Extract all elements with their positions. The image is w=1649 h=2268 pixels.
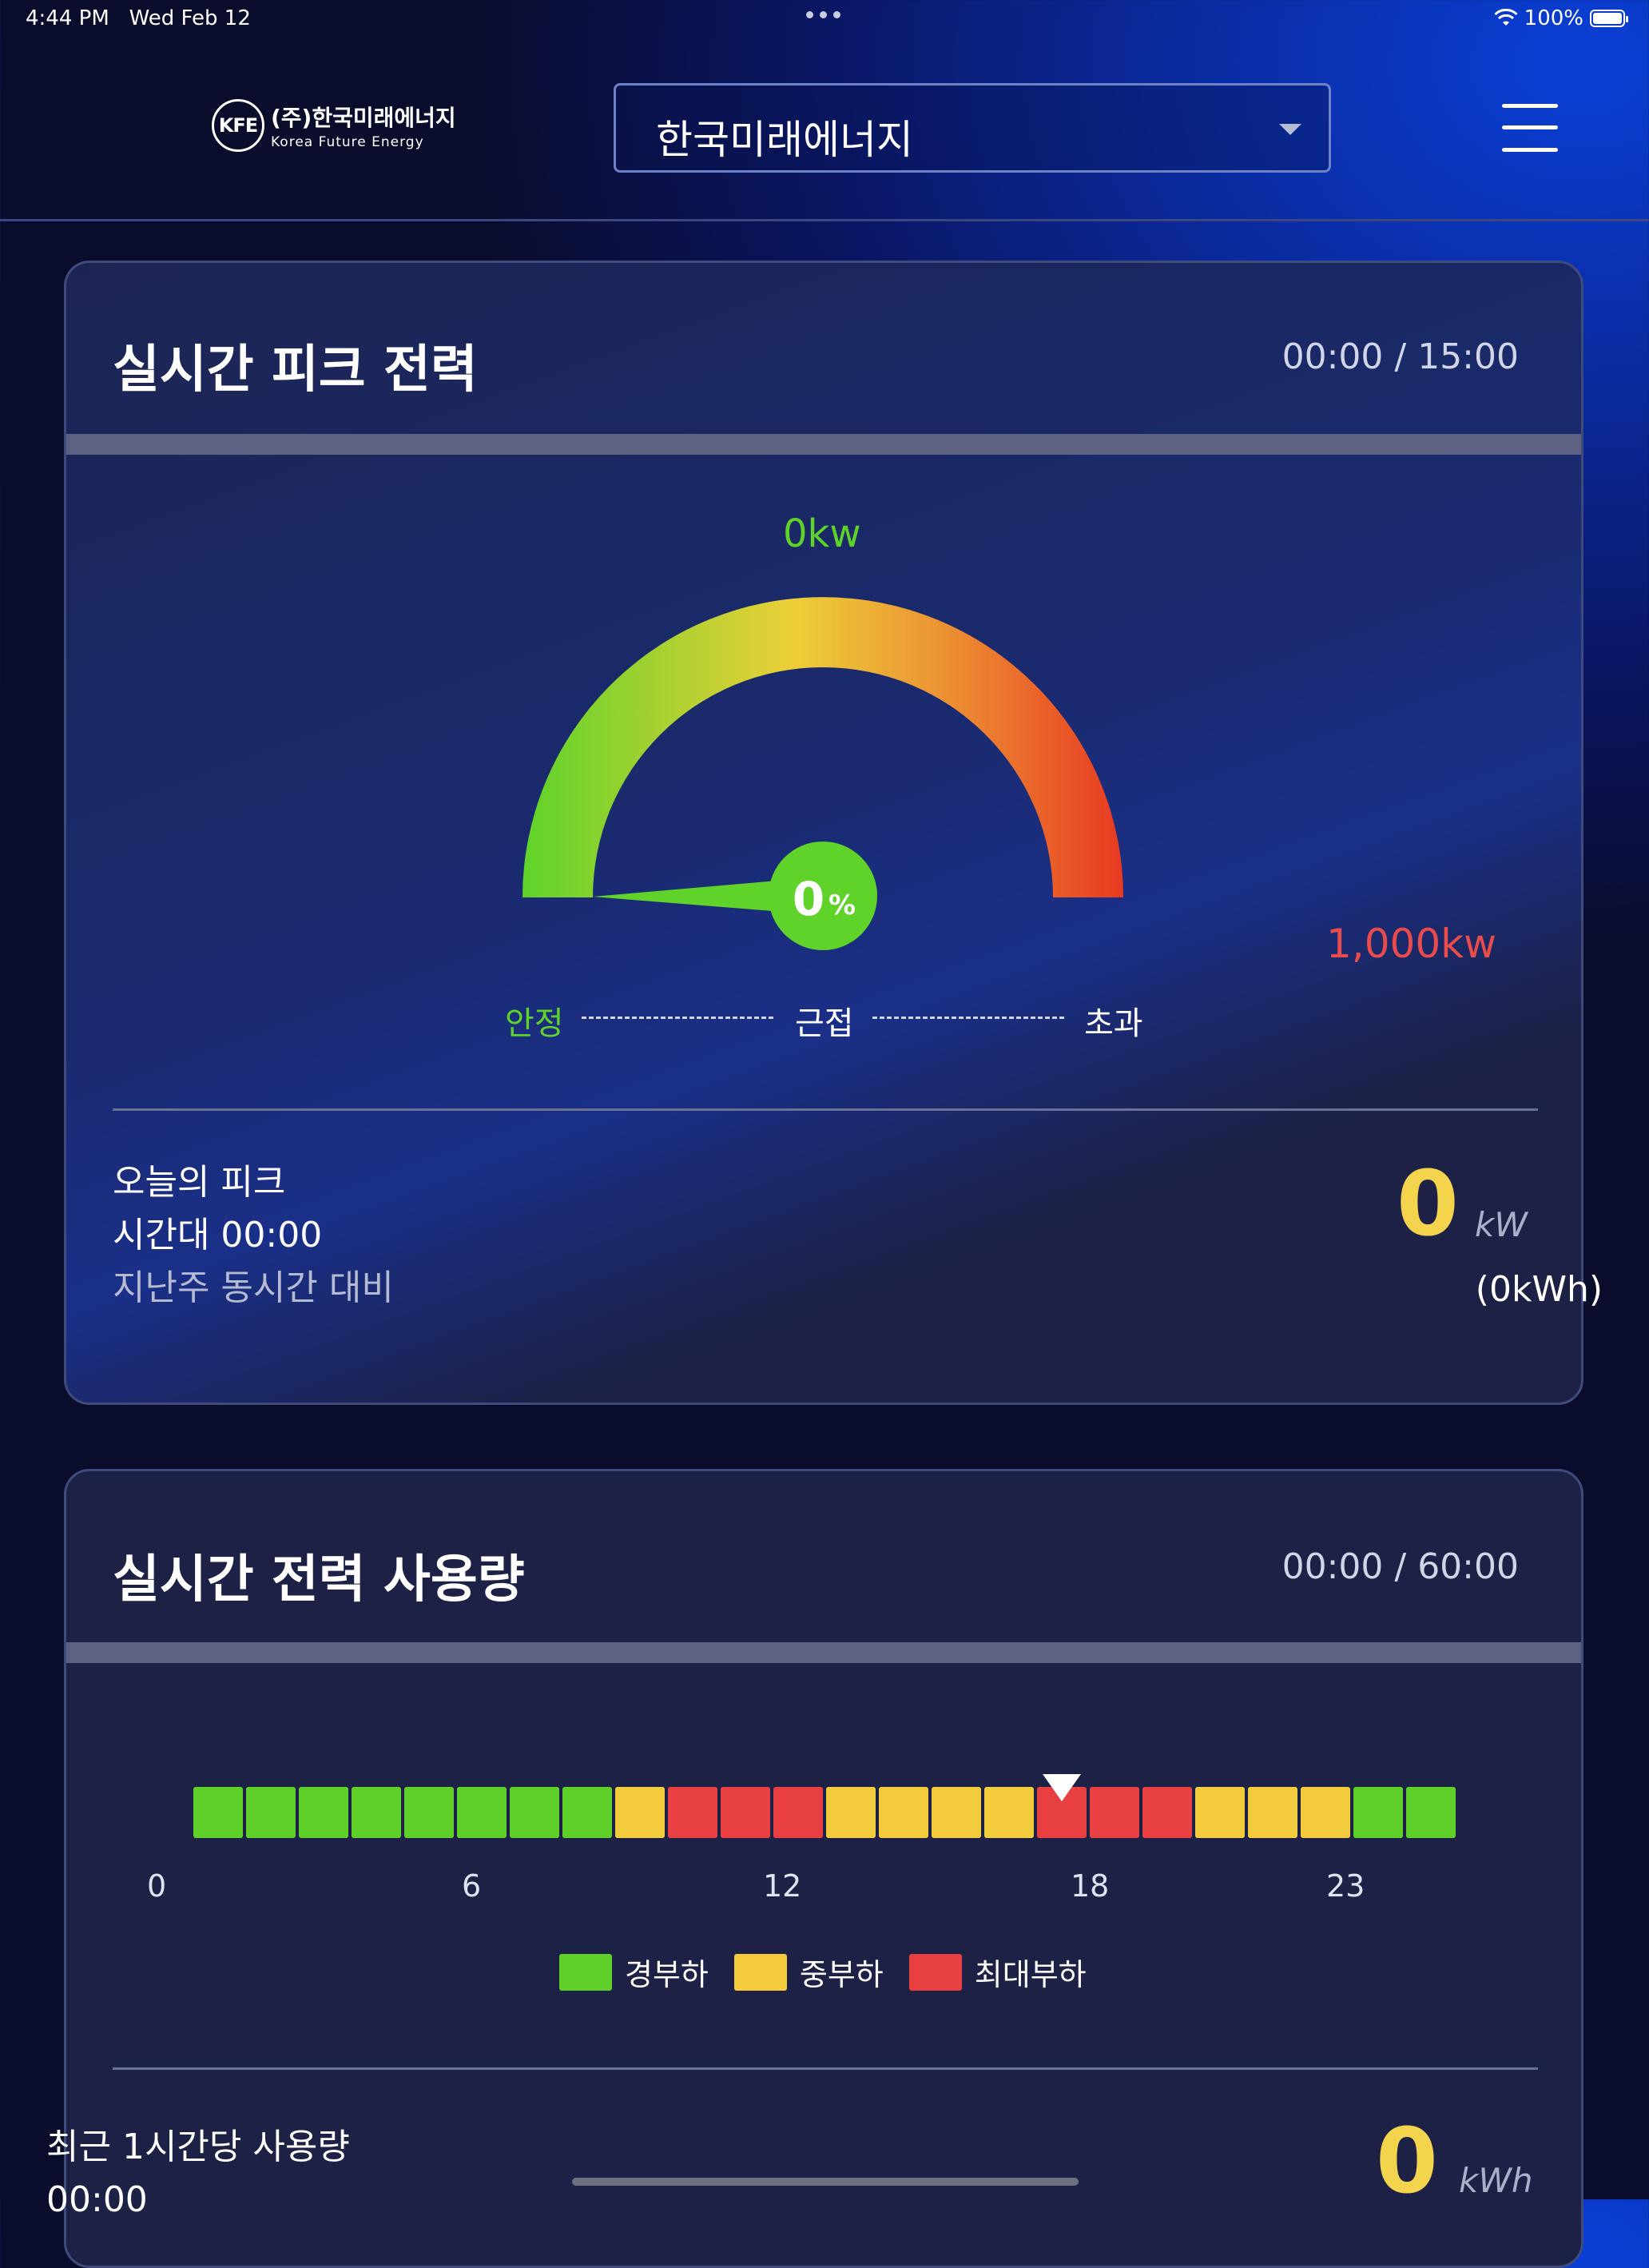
hour-cell-peak xyxy=(1142,1787,1192,1838)
hour-cell-light xyxy=(352,1787,401,1838)
hour-cell-mid xyxy=(879,1787,928,1838)
legend-label-light: 경부하 xyxy=(625,1957,709,1992)
app-header: KFE (주)한국미래에너지 Korea Future Energy 한국미래에… xyxy=(0,38,1649,221)
section-divider xyxy=(66,1642,1581,1663)
logo-english-name: Korea Future Energy xyxy=(271,134,424,150)
hour-cell-peak xyxy=(773,1787,823,1838)
peak-value: 0 xyxy=(1397,1152,1459,1256)
status-right: 100% xyxy=(1494,6,1628,30)
usage-value: 0 xyxy=(1376,2110,1438,2214)
home-indicator[interactable] xyxy=(572,2178,1079,2186)
load-legend: 경부하 중부하 최대부하 xyxy=(559,1950,1087,1994)
gauge-percent: 0 xyxy=(793,872,824,926)
card-time: 00:00 / 60:00 xyxy=(1281,1546,1519,1587)
hour-cell-peak xyxy=(1090,1787,1139,1838)
hour-tick: 6 xyxy=(462,1868,482,1904)
battery-icon xyxy=(1590,10,1628,27)
time-slot-label: 시간대 00:00 xyxy=(113,1215,323,1255)
hour-cell-light xyxy=(562,1787,612,1838)
hour-tick: 0 xyxy=(147,1868,167,1904)
current-kw-label: 0kw xyxy=(783,511,861,556)
recent-usage-label: 최근 1시간당 사용량 xyxy=(46,2127,350,2167)
legend-swatch-mid xyxy=(733,1953,787,1991)
gauge-percent-sign: % xyxy=(828,889,856,921)
scale-near-label: 근접 xyxy=(795,1005,854,1042)
hour-cell-mid xyxy=(826,1787,876,1838)
logo-mark: KFE xyxy=(212,99,264,152)
multitasking-dots-icon[interactable] xyxy=(806,11,840,18)
hour-tick: 18 xyxy=(1071,1868,1110,1904)
hour-cell-light xyxy=(510,1787,559,1838)
hour-cell-mid xyxy=(932,1787,981,1838)
divider-line xyxy=(113,1108,1538,1111)
hour-cell-mid xyxy=(984,1787,1034,1838)
compare-label: 지난주 동시간 대비 xyxy=(113,1267,394,1308)
hour-cell-light xyxy=(299,1787,348,1838)
hour-tick: 12 xyxy=(763,1868,802,1904)
card-title: 실시간 피크 전력 xyxy=(113,340,478,400)
hour-cell-mid xyxy=(1248,1787,1297,1838)
hour-cell-mid xyxy=(1301,1787,1350,1838)
scale-over-label: 초과 xyxy=(1084,1005,1143,1042)
divider-line xyxy=(113,2067,1538,2070)
chevron-down-icon xyxy=(1279,124,1301,135)
hour-cell-light xyxy=(1353,1787,1403,1838)
hour-cell-light xyxy=(404,1787,454,1838)
legend-swatch-peak xyxy=(908,1953,962,1991)
usage-unit: kWh xyxy=(1459,2161,1533,2200)
scale-dash-right xyxy=(872,1017,1064,1019)
peak-info: 오늘의 피크 시간대 00:00 지난주 동시간 대비 xyxy=(113,1156,394,1315)
peak-unit: kW xyxy=(1475,1205,1528,1244)
hour-cell-light xyxy=(193,1787,243,1838)
hour-cell-light xyxy=(457,1787,507,1838)
hour-tick: 23 xyxy=(1326,1868,1365,1904)
hamburger-menu-icon[interactable] xyxy=(1502,104,1558,152)
hour-cell-peak xyxy=(721,1787,770,1838)
hour-cell-light xyxy=(246,1787,296,1838)
status-time: 4:44 PM Wed Feb 12 xyxy=(26,6,251,30)
status-bar: 4:44 PM Wed Feb 12 100% xyxy=(0,0,1649,38)
usage-info: 최근 1시간당 사용량 00:00 xyxy=(46,2121,350,2226)
hour-cell-mid xyxy=(615,1787,665,1838)
company-select-value: 한국미래에너지 xyxy=(656,117,913,163)
today-peak-label: 오늘의 피크 xyxy=(113,1162,286,1203)
scale-stable-label: 안정 xyxy=(505,1005,564,1042)
company-logo[interactable]: KFE (주)한국미래에너지 Korea Future Energy xyxy=(212,99,456,152)
legend-label-peak: 최대부하 xyxy=(974,1957,1087,1992)
battery-percent: 100% xyxy=(1524,6,1583,30)
max-kw-label: 1,000kw xyxy=(1326,921,1496,967)
logo-korean-name: (주)한국미래에너지 xyxy=(271,105,456,131)
legend-swatch-light xyxy=(559,1953,612,1991)
company-select[interactable]: 한국미래에너지 xyxy=(614,83,1331,173)
current-hour-marker-icon xyxy=(1043,1774,1081,1801)
wifi-icon xyxy=(1494,9,1518,26)
card-title: 실시간 전력 사용량 xyxy=(113,1550,525,1609)
peak-kwh: (0kWh) xyxy=(1475,1269,1603,1310)
section-divider xyxy=(66,434,1581,455)
hour-cell-peak xyxy=(668,1787,717,1838)
scale-dash-left xyxy=(582,1017,773,1019)
card-time: 00:00 / 15:00 xyxy=(1281,336,1519,377)
hour-cell-light xyxy=(1406,1787,1456,1838)
hour-cell-mid xyxy=(1195,1787,1245,1838)
legend-label-mid: 중부하 xyxy=(799,1957,884,1992)
recent-usage-time: 00:00 xyxy=(46,2179,148,2220)
